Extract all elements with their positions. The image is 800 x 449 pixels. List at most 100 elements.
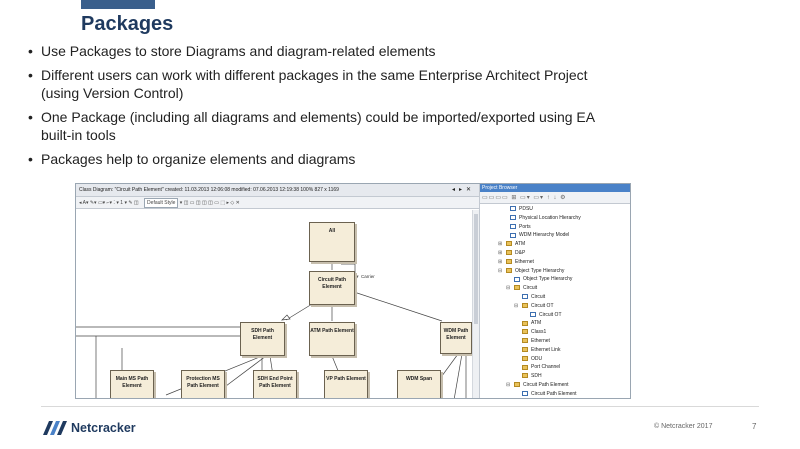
expand-icon[interactable]: ⊞ — [498, 258, 502, 267]
class-box-wdm-path-element[interactable]: WDM Path Element — [440, 322, 472, 354]
tree-item-label: PDSU — [519, 206, 533, 212]
diagram-canvas[interactable]: All Circuit Path Element Carrier SDH Pat… — [76, 210, 472, 398]
tree-item-label: D&P — [515, 249, 526, 256]
collapse-icon[interactable]: ⊟ — [506, 381, 510, 390]
tree-item-label: Circuit OT — [539, 311, 562, 318]
slide-title: Packages — [81, 13, 174, 35]
class-box-protection-ms-path-element[interactable]: Protection MS Path Element — [181, 370, 225, 398]
class-box-atm-path-element[interactable]: ATM Path Element — [309, 322, 355, 356]
accent-bar — [81, 0, 155, 9]
diagram-window: Class Diagram: "Circuit Path Element" cr… — [76, 184, 480, 398]
expand-icon[interactable]: ⊞ — [498, 240, 502, 249]
tree-item[interactable]: WDM Hierarchy Model — [480, 231, 630, 240]
collapse-icon[interactable]: ⊟ — [498, 267, 502, 276]
bullet-list: Use Packages to store Diagrams and diagr… — [26, 42, 626, 174]
folder-icon — [514, 285, 520, 291]
diagram-icon — [510, 206, 516, 212]
diagram-icon — [510, 214, 516, 220]
collapse-icon[interactable]: ⊟ — [514, 302, 518, 311]
class-box-all[interactable]: All — [309, 222, 355, 262]
tree-item-label: WDM Hierarchy Model — [519, 232, 570, 239]
tree-item-label: ATM — [531, 320, 542, 327]
scrollbar-thumb[interactable] — [474, 214, 478, 324]
diagram-icon — [522, 294, 528, 300]
diagram-icon — [514, 276, 520, 282]
expand-icon[interactable]: ⊞ — [498, 249, 502, 258]
diagram-icon — [510, 223, 516, 229]
folder-icon — [506, 267, 512, 273]
tree-item[interactable]: Circuit OT — [480, 311, 630, 320]
tree-item[interactable]: Class1 — [480, 328, 630, 337]
tree-item-label: Circuit — [523, 285, 538, 292]
project-browser-toolbar[interactable]: ▭▭▭▭ ⊞ ▭▾ ▭▾ ↑ ↓ ⚙ — [480, 192, 630, 204]
tree-item[interactable]: ⊞ Ethernet — [480, 258, 630, 267]
style-select[interactable]: Default Style — [144, 198, 179, 208]
carrier-label: Carrier — [361, 274, 375, 279]
tree-item[interactable]: Object Type Hierarchy — [480, 275, 630, 284]
tree-item-label: Circuit Path Element — [531, 390, 577, 397]
tree-item[interactable]: ⊟ Object Type Hierarchy — [480, 267, 630, 276]
class-box-main-ms-path-element[interactable]: Main MS Path Element — [110, 370, 154, 398]
folder-icon — [522, 302, 528, 308]
folder-icon — [522, 320, 528, 326]
netcracker-logo-icon — [43, 421, 67, 435]
folder-icon — [522, 346, 528, 352]
tree-item[interactable]: ATM — [480, 319, 630, 328]
diagram-scrollbar[interactable] — [472, 210, 479, 398]
diagram-icon — [522, 390, 528, 396]
window-controls[interactable]: ◂▸✕ — [452, 184, 475, 197]
diagram-icon — [510, 232, 516, 238]
toolbar-icons[interactable]: ▾ ✎ ◫ — [124, 200, 138, 206]
tree-item[interactable]: Ethernet — [480, 337, 630, 346]
class-box-sdh-path-element[interactable]: SDH Path Element — [240, 322, 285, 356]
class-box-vp-path-element[interactable]: VP Path Element — [324, 370, 368, 398]
bullet-item: Use Packages to store Diagrams and diagr… — [26, 42, 626, 60]
folder-icon — [522, 355, 528, 361]
project-tree: PDSU Physical Location Hierarchy Ports WDM … — [480, 204, 630, 398]
tree-item-label: Object Type Hierarchy — [515, 267, 565, 274]
footer-divider — [41, 406, 759, 407]
tree-item-label: Circuit Path Element — [523, 381, 569, 388]
bullet-item: Packages help to organize elements and d… — [26, 150, 626, 168]
tree-item[interactable]: PDSU — [480, 205, 630, 214]
tree-item[interactable]: Physical Location Hierarchy — [480, 214, 630, 223]
bullet-item: Different users can work with different … — [26, 66, 626, 102]
tree-item[interactable]: ⊟ Circuit Path Element — [480, 381, 630, 390]
tree-item-label: Ethernet — [531, 337, 550, 344]
tree-item[interactable]: SDH — [480, 372, 630, 381]
ea-screenshot: Class Diagram: "Circuit Path Element" cr… — [75, 183, 631, 399]
tree-item[interactable]: Circuit — [480, 293, 630, 302]
class-box-wdm-span[interactable]: WDM Span — [397, 370, 441, 398]
netcracker-logo: Netcracker — [43, 420, 136, 436]
toolbar-icons[interactable]: ◂ A▾ ✎▾ ▭▾ ⌐▾ ⁚ ▾ — [79, 200, 119, 206]
tree-item-label: Port Channel — [531, 364, 561, 371]
copyright-text: © Netcracker 2017 — [654, 423, 713, 430]
tree-item-label: Circuit OT — [531, 302, 554, 309]
tree-item[interactable]: Circuit Path Element — [480, 390, 630, 398]
tree-item[interactable]: ⊟ Circuit OT — [480, 302, 630, 311]
zoom-value[interactable]: 1 — [120, 200, 123, 206]
tree-item[interactable]: ⊞ ATM — [480, 240, 630, 249]
tree-item-label: ATM — [515, 241, 526, 248]
project-browser: Project Browser ▭▭▭▭ ⊞ ▭▾ ▭▾ ↑ ↓ ⚙ PDSU P… — [480, 184, 630, 398]
tree-item[interactable]: ⊞ D&P — [480, 249, 630, 258]
collapse-icon[interactable]: ⊟ — [506, 284, 510, 293]
class-box-circuit-path-element[interactable]: Circuit Path Element — [309, 271, 355, 305]
tree-item[interactable]: ⊟ Circuit — [480, 284, 630, 293]
tree-item[interactable]: ODU — [480, 355, 630, 364]
tree-item-label: ODU — [531, 355, 543, 362]
toolbar-icons[interactable]: ▾ ◫ ▭ ◫ ◫ ◫ ▭ ⬚ ▸ ◇ ✕ — [180, 200, 240, 206]
diagram-icon — [530, 311, 536, 317]
folder-icon — [522, 373, 528, 379]
folder-icon — [506, 241, 512, 247]
tree-item-label: Ports — [519, 223, 531, 230]
bullet-item: One Package (including all diagrams and … — [26, 108, 626, 144]
tree-item[interactable]: Ethernet Link — [480, 346, 630, 355]
tree-item[interactable]: Ports — [480, 223, 630, 232]
class-box-sdh-end-point-path-element[interactable]: SDH End Point Path Element — [253, 370, 297, 398]
diagram-titlebar: Class Diagram: "Circuit Path Element" cr… — [76, 184, 479, 197]
folder-icon — [522, 338, 528, 344]
tree-item[interactable]: Port Channel — [480, 363, 630, 372]
diagram-toolbar: ◂ A▾ ✎▾ ▭▾ ⌐▾ ⁚ ▾ 1 ▾ ✎ ◫ Default Style … — [76, 197, 479, 209]
project-browser-title: Project Browser — [480, 184, 630, 192]
